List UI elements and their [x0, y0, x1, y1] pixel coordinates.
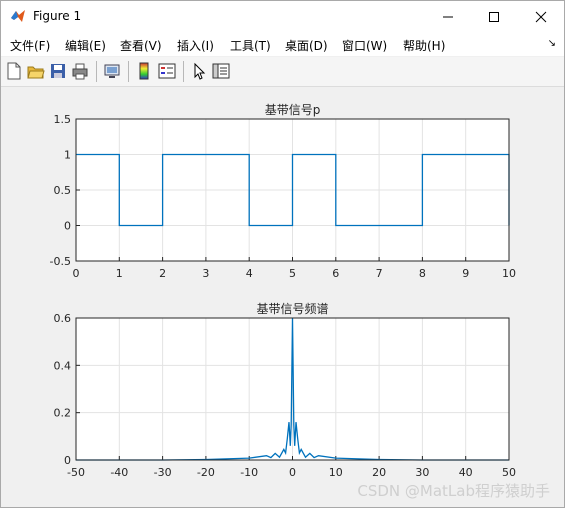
menu-help[interactable]: 帮助(H)	[403, 37, 445, 54]
matlab-icon	[10, 8, 26, 24]
y-tick-label: 0.6	[54, 312, 72, 325]
axes-1: 0 1 2 3 4 5 6 7 8 9 10-0.500.511.5基带信号p	[50, 103, 516, 280]
new-figure-icon[interactable]	[5, 62, 23, 80]
x-tick-label: -50	[67, 466, 85, 479]
title-bar[interactable]: Figure 1	[1, 1, 564, 32]
figure-canvas: 0 1 2 3 4 5 6 7 8 9 10-0.500.511.5基带信号p-50 -40 -30 -2…	[50, 103, 517, 479]
insert-colorbar-icon[interactable]	[135, 62, 153, 80]
close-icon	[535, 11, 547, 23]
menu-tools[interactable]: 工具(T)	[230, 37, 271, 54]
menu-window[interactable]: 窗口(W)	[342, 37, 387, 54]
save-icon[interactable]	[49, 62, 67, 80]
x-tick-label: 2	[159, 267, 166, 280]
menu-edit[interactable]: 编辑(E)	[65, 37, 106, 54]
x-tick-label: 0	[289, 466, 296, 479]
x-tick-label: -40	[110, 466, 128, 479]
maximize-button[interactable]	[471, 1, 517, 32]
x-tick-label: 40	[459, 466, 473, 479]
y-tick-label: 0.2	[54, 407, 72, 420]
link-plot-icon[interactable]	[103, 62, 121, 80]
menu-desktop[interactable]: 桌面(D)	[285, 37, 328, 54]
y-tick-label: 0	[64, 220, 71, 233]
chart-title: 基带信号p	[265, 103, 321, 117]
watermark: CSDN @MatLab程序猿助手	[357, 482, 550, 500]
x-tick-label: -20	[197, 466, 215, 479]
toolbar-separator	[96, 61, 97, 82]
x-tick-label: 8	[419, 267, 426, 280]
x-tick-label: -10	[240, 466, 258, 479]
x-tick-label: 30	[415, 466, 429, 479]
y-tick-label: 0	[64, 454, 71, 467]
x-tick-label: 6	[332, 267, 339, 280]
minimize-button[interactable]	[425, 1, 471, 32]
window-title: Figure 1	[33, 9, 82, 23]
menu-view[interactable]: 查看(V)	[120, 37, 162, 54]
toolbar	[1, 57, 564, 87]
x-tick-label: 1	[116, 267, 123, 280]
x-tick-label: -30	[154, 466, 172, 479]
y-tick-label: 1	[64, 149, 71, 162]
toolbar-separator	[128, 61, 129, 82]
x-tick-label: 10	[502, 267, 516, 280]
y-tick-label: 0.4	[54, 359, 72, 372]
close-button[interactable]	[518, 1, 564, 32]
property-inspector-icon[interactable]	[212, 62, 230, 80]
x-tick-label: 5	[289, 267, 296, 280]
x-tick-label: 10	[329, 466, 343, 479]
y-tick-label: -0.5	[50, 255, 71, 268]
edit-plot-icon[interactable]	[190, 62, 208, 80]
menu-bar: 文件(F) 编辑(E) 查看(V) 插入(I) 工具(T) 桌面(D) 窗口(W…	[1, 32, 564, 56]
x-tick-label: 7	[376, 267, 383, 280]
maximize-icon	[489, 12, 499, 22]
x-tick-label: 4	[246, 267, 253, 280]
minimize-icon	[443, 16, 453, 18]
chart-title: 基带信号频谱	[256, 302, 328, 316]
figure-window: Figure 1 文件(F) 编辑(E) 查看(V) 插入(I) 工具(T) 桌…	[0, 0, 565, 508]
y-tick-label: 0.5	[54, 184, 72, 197]
toolbar-separator	[183, 61, 184, 82]
menu-file[interactable]: 文件(F)	[10, 37, 50, 54]
figure-area: 0 1 2 3 4 5 6 7 8 9 10 -0.5 0 0.5 1 1.5 基带信号p -50 -40 -30 -2…	[1, 87, 564, 507]
insert-legend-icon[interactable]	[158, 62, 176, 80]
print-icon[interactable]	[71, 62, 89, 80]
dock-arrow-icon[interactable]: ↘	[548, 38, 556, 49]
x-tick-label: 0	[73, 267, 80, 280]
y-tick-label: 1.5	[54, 113, 72, 126]
x-tick-label: 9	[462, 267, 469, 280]
menu-insert[interactable]: 插入(I)	[177, 37, 214, 54]
x-tick-label: 20	[372, 466, 386, 479]
x-tick-label: 50	[502, 466, 516, 479]
x-tick-label: 3	[202, 267, 209, 280]
axes-2: -50 -40 -30 -20 -10 0 10 20 30 40 50 0 0.2 0.4 0.6 基带信号…	[54, 302, 517, 479]
open-file-icon[interactable]	[27, 62, 45, 80]
